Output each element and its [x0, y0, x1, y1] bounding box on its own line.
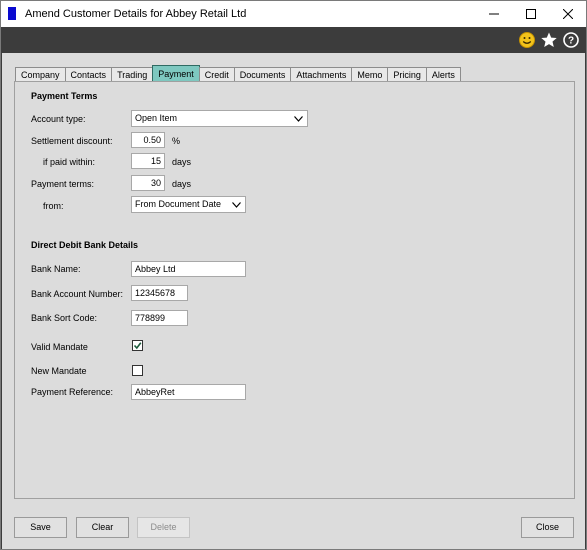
delete-button[interactable]: Delete [137, 517, 190, 538]
window-title: Amend Customer Details for Abbey Retail … [25, 8, 247, 20]
payment-reference-label: Payment Reference: [31, 387, 114, 397]
bank-account-number-label: Bank Account Number: [31, 289, 124, 299]
if-paid-within-field[interactable]: 15 [131, 153, 165, 169]
valid-mandate-label: Valid Mandate [31, 342, 88, 352]
dialog-body: Company Contacts Trading Payment Credit … [2, 53, 585, 549]
tab-documents[interactable]: Documents [233, 67, 292, 82]
star-icon[interactable] [540, 31, 558, 49]
bank-sort-code-label: Bank Sort Code: [31, 313, 98, 323]
payment-terms-unit: days [172, 179, 192, 189]
amend-customer-window: Amend Customer Details for Abbey Retail … [0, 0, 587, 550]
tab-pricing[interactable]: Pricing [387, 67, 427, 82]
percent-unit: % [172, 136, 181, 146]
tab-memo[interactable]: Memo [351, 67, 389, 82]
chevron-down-icon [232, 202, 241, 208]
if-paid-within-label: if paid within: [43, 157, 96, 167]
tab-trading[interactable]: Trading [111, 67, 154, 82]
tab-attachments[interactable]: Attachments [290, 67, 353, 82]
help-icon[interactable]: ? [562, 31, 580, 49]
payment-terms-heading: Payment Terms [31, 91, 98, 101]
title-bar: Amend Customer Details for Abbey Retail … [1, 1, 586, 27]
tab-strip: Company Contacts Trading Payment Credit … [15, 65, 461, 82]
close-icon [563, 9, 573, 19]
settlement-discount-label: Settlement discount: [31, 136, 113, 146]
bank-account-number-field[interactable]: 12345678 [131, 285, 188, 301]
minimize-button[interactable] [475, 1, 513, 27]
from-select[interactable]: From Document Date [131, 196, 246, 213]
new-mandate-checkbox[interactable] [132, 365, 143, 376]
app-icon [8, 7, 16, 20]
if-paid-within-unit: days [172, 157, 192, 167]
payment-terms-label: Payment terms: [31, 179, 95, 189]
close-window-button[interactable] [549, 1, 587, 27]
direct-debit-heading: Direct Debit Bank Details [31, 240, 139, 250]
from-label: from: [43, 201, 64, 211]
tab-company[interactable]: Company [15, 67, 66, 82]
footer-bar: Save Clear Delete Close [2, 499, 585, 549]
chevron-down-icon [294, 116, 303, 122]
from-value: From Document Date [135, 199, 222, 209]
bank-name-field[interactable]: Abbey Ltd [131, 261, 246, 277]
clear-button[interactable]: Clear [76, 517, 129, 538]
svg-text:?: ? [568, 36, 574, 47]
minimize-icon [489, 13, 499, 15]
bank-name-label: Bank Name: [31, 264, 81, 274]
maximize-icon [526, 9, 536, 19]
tab-alerts[interactable]: Alerts [425, 67, 461, 82]
smiley-icon[interactable] [518, 31, 536, 49]
maximize-button[interactable] [512, 1, 550, 27]
tab-credit[interactable]: Credit [198, 67, 235, 82]
payment-reference-field[interactable]: AbbeyRet [131, 384, 246, 400]
payment-panel: Payment Terms Account type: Open Item Se… [14, 81, 575, 499]
close-button[interactable]: Close [521, 517, 574, 538]
account-type-value: Open Item [135, 113, 178, 123]
account-type-select[interactable]: Open Item [131, 110, 308, 127]
checkmark-icon [133, 342, 142, 350]
settlement-discount-field[interactable]: 0.50 [131, 132, 165, 148]
payment-terms-field[interactable]: 30 [131, 175, 165, 191]
tab-payment[interactable]: Payment [152, 65, 200, 82]
toolbar: ? [1, 27, 586, 53]
save-button[interactable]: Save [14, 517, 67, 538]
tab-contacts[interactable]: Contacts [64, 67, 113, 82]
new-mandate-label: New Mandate [31, 366, 87, 376]
bank-sort-code-field[interactable]: 778899 [131, 310, 188, 326]
account-type-label: Account type: [31, 114, 86, 124]
valid-mandate-checkbox[interactable] [132, 340, 143, 351]
